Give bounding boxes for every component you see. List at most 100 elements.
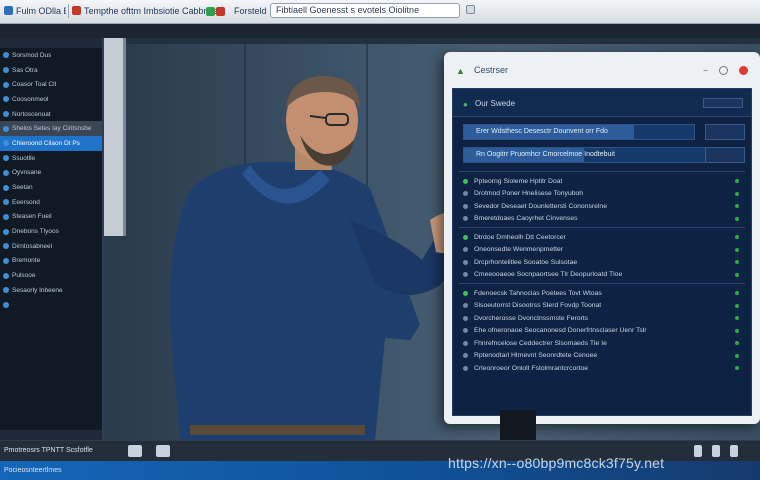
sidebar-item[interactable]: Dnebons Tlyoos (0, 224, 102, 239)
check-row-label: Slsoeutorrst Disootrss Slerd Fovdp Toona… (474, 302, 602, 310)
check-row[interactable]: Cmeeooaeoe Socnpaortsee Tlr Deopurloatd … (463, 269, 743, 282)
bullet-icon (463, 247, 468, 253)
sidebar-list: Sorsmod Dus Sas Otra Coasor Toal Clt Cooson… (0, 48, 102, 312)
sidebar-header (0, 38, 102, 48)
sidebar-item[interactable]: Ssuotlle (0, 151, 102, 166)
minimize-icon[interactable]: – (701, 66, 710, 75)
check-row[interactable]: Slsoeutorrst Disootrss Slerd Fovdp Toona… (463, 300, 743, 313)
check-row[interactable]: Dtrdoe Dmheolh Dtt Ceetorcer (463, 231, 743, 244)
status-bar-1[interactable]: Erer Wdsthesc Desesctr Dounvent orr Fdo (463, 124, 695, 140)
shield-icon: ● (463, 100, 468, 109)
sidebar-item-label: Steasen Fueil (12, 213, 52, 221)
sidebar-item[interactable]: Shelos Setes Iay Ciritsnsbe (0, 121, 102, 137)
sidebar-item-label: Sesaorly Inbeene (12, 286, 63, 294)
watermark-url: https://xn--o80bp9mc8ck3f75y.net (448, 455, 665, 471)
sidebar-item[interactable]: Pulsooe (0, 268, 102, 283)
sidebar-item-icon (3, 81, 9, 88)
sidebar-item-label: Coosonmeol (12, 95, 49, 103)
sidebar-item-icon (3, 111, 9, 118)
bullet-icon (463, 272, 468, 278)
taskbar-label: Pocieosnteertlmes (4, 467, 62, 474)
app-icon[interactable] (4, 6, 13, 15)
sidebar-item[interactable]: Sas Otra (0, 63, 102, 78)
check-group-2: Dtrdoe Dmheolh Dtt Ceetorcer Oneonsedte W… (463, 231, 743, 281)
sidebar-item[interactable]: Sorsmod Dus (0, 48, 102, 63)
status-dot-icon (735, 191, 739, 196)
address-bar[interactable]: Fibtiaell Goenesst s evotels Oiolitne (270, 3, 460, 18)
bullet-icon (463, 259, 468, 265)
sidebar-item[interactable]: Chieroond Cilaon Dt Ps (0, 136, 102, 151)
monitor: ▲ Cestrser – ● Our Swede Erer Wdsthesc D… (444, 52, 760, 424)
sidebar-item[interactable]: Coasor Toal Clt (0, 77, 102, 92)
status-dot-icon (735, 204, 739, 209)
sidebar-item[interactable]: Coosonmeol (0, 92, 102, 107)
window-thumbnail-icon[interactable] (128, 445, 142, 457)
tray-icon[interactable] (712, 445, 720, 457)
check-row[interactable]: Dvorcherosse Dvonctnssrnste Ferorts (463, 312, 743, 325)
person-illustration (169, 76, 460, 440)
status-dot-icon (735, 247, 739, 252)
check-row[interactable]: Oneonsedte Wenmenpmetter (463, 244, 743, 257)
sidebar-item-label: Sorsmod Dus (12, 51, 52, 59)
bullet-icon (463, 191, 468, 197)
sidebar-item[interactable]: Steasen Fueil (0, 210, 102, 225)
check-row[interactable]: Fhnrefncelose Ceddectrer Slsomaeds Tle I… (463, 337, 743, 350)
check-row[interactable]: Drotmod Poner Hnelisese Tonyuboh (463, 188, 743, 201)
sidebar-item-label: Ssuotlle (12, 154, 36, 162)
status-dot-icon (735, 235, 739, 240)
status-bar-label: Rn Oogitrr Pruomhcr Cmorcelmoe Inodtebui… (476, 151, 615, 158)
sidebar-item-icon (3, 243, 9, 250)
sidebar-item[interactable]: Seetan (0, 180, 102, 195)
tab-separator (68, 4, 69, 18)
check-row[interactable]: Crleonroeor Onlolt Fstolmrantcrcortoe (463, 362, 743, 375)
sidebar-item-icon (3, 213, 9, 220)
sidebar-item-icon (3, 257, 9, 264)
tray-icon[interactable] (694, 445, 702, 457)
sidebar-item-icon (3, 272, 9, 279)
check-row[interactable]: Bmeretdoaes Caoyrhet Cinvenses (463, 213, 743, 226)
tray-icon[interactable] (730, 445, 738, 457)
check-row[interactable]: Ppteorng Sioleme Hptitr Doat (463, 175, 743, 188)
settings-icon[interactable] (466, 5, 475, 14)
sidebar-item-icon (3, 96, 9, 103)
check-row-label: Drcprhontelitlee Sooatoe Sulsotae (474, 258, 578, 266)
sidebar-item[interactable]: Oyvnsane (0, 166, 102, 181)
sidebar: Sorsmod Dus Sas Otra Coasor Toal Clt Cooson… (0, 38, 104, 440)
sidebar-item-label: Chieroond Cilaon Dt Ps (12, 139, 80, 147)
close-icon[interactable] (739, 66, 748, 75)
status-dot-icon (735, 291, 739, 296)
sidebar-item[interactable]: Bremonte (0, 254, 102, 269)
sidebar-item[interactable]: Sesaorly Inbeene (0, 283, 102, 298)
sidebar-item-label: Pulsooe (12, 272, 36, 280)
maximize-icon[interactable] (719, 66, 728, 75)
bullet-icon (463, 365, 468, 371)
sidebar-item-label: Nortoscenoat (12, 110, 51, 118)
shield-icon (463, 178, 468, 184)
header-action-button[interactable] (703, 98, 743, 108)
sidebar-item-icon (3, 67, 9, 74)
divider (459, 171, 745, 172)
check-row-label: Fdenoecsk Tahnoclas Poetees Tovt Wtoas (474, 289, 602, 297)
check-row[interactable]: Rptenodtarl Hlrnevnt Seonrdtete Cenoee (463, 350, 743, 363)
sidebar-item[interactable] (0, 298, 102, 313)
tab-3[interactable]: Forsteld Fmkiey Mt (234, 2, 268, 20)
bar-action-button[interactable] (705, 147, 745, 163)
red-square-icon (216, 7, 225, 16)
sidebar-item[interactable]: Eeersond (0, 195, 102, 210)
check-row[interactable]: Drcprhontelitlee Sooatoe Sulsotae (463, 256, 743, 269)
bullet-icon (463, 216, 468, 222)
bullet-icon (463, 203, 468, 209)
screen-header-label: Our Swede (475, 99, 516, 108)
status-dot-icon (735, 328, 739, 333)
status-dot-icon (735, 216, 739, 221)
tab-1[interactable]: Fulm ODlla E (16, 2, 66, 20)
sidebar-item[interactable]: Nortoscenoat (0, 107, 102, 122)
check-row[interactable]: Ehe ofneronaoe Seocanonesd Donerfrtnscla… (463, 325, 743, 338)
sidebar-item-icon (3, 228, 9, 235)
status-bar-2[interactable]: Rn Oogitrr Pruomhcr Cmorcelmoe Inodtebui… (463, 147, 708, 163)
check-row[interactable]: Fdenoecsk Tahnoclas Poetees Tovt Wtoas (463, 287, 743, 300)
check-row[interactable]: Sevedor Deseaet Dounlettersti Cononsreln… (463, 200, 743, 213)
sidebar-item[interactable]: Dirntosabneel (0, 239, 102, 254)
bar-action-button[interactable] (705, 124, 745, 140)
window-thumbnail-icon[interactable] (156, 445, 170, 457)
